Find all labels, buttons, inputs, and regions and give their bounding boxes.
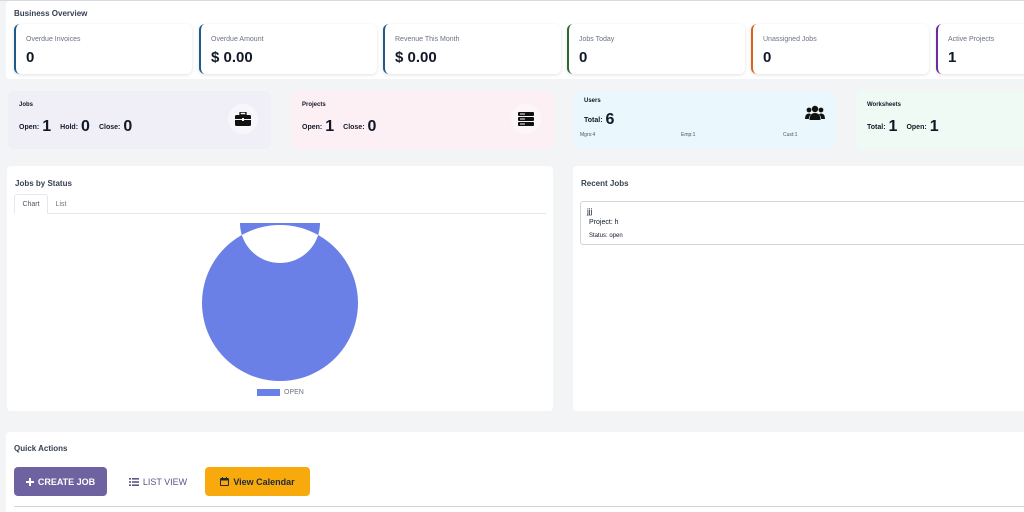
recent-job-item[interactable]: jjj Project: h Status: open <box>580 201 1024 245</box>
total-label: Total: <box>867 124 886 131</box>
projects-summary-card[interactable]: Projects Open: 1 Close: 0 <box>291 91 554 149</box>
stat-label: Jobs Today <box>579 36 615 43</box>
open-count: 1 <box>42 118 52 135</box>
users-cust: Cust:1 <box>783 132 798 138</box>
quick-actions-title: Quick Actions <box>14 444 68 453</box>
projects-summary-title: Projects <box>302 102 326 108</box>
close-label: Close: <box>98 124 121 131</box>
business-overview-title: Business Overview <box>14 9 88 18</box>
worksheets-summary-card[interactable]: Worksheets Total: 1 Open: 1 <box>856 91 1024 149</box>
users-emp: Emp:1 <box>681 132 696 138</box>
quick-actions-panel: Quick Actions CREATE JOB LIST VIEW View … <box>6 432 1024 512</box>
projects-summary-counts: Open: 1 Close: 0 <box>302 118 385 136</box>
stat-value: 0 <box>763 49 772 66</box>
users-summary-counts: Total: 6 <box>584 111 623 129</box>
stat-label: Revenue This Month <box>395 36 460 43</box>
open-label: Open: <box>906 124 927 131</box>
total-count: 1 <box>888 118 898 135</box>
stat-card-overdue-invoices[interactable]: Overdue Invoices 0 <box>14 24 192 74</box>
users-icon <box>800 98 830 128</box>
hold-count: 0 <box>81 118 90 135</box>
job-project: Project: h <box>589 219 619 226</box>
jobs-by-status-tabs: Chart List <box>14 194 546 214</box>
close-label: Close: <box>343 124 365 131</box>
view-calendar-button[interactable]: View Calendar <box>205 467 310 496</box>
legend-label-open: OPEN <box>284 389 304 396</box>
open-label: Open: <box>19 124 40 131</box>
stat-value: $ 0.00 <box>211 49 253 66</box>
stat-label: Unassigned Jobs <box>763 36 817 43</box>
jobs-status-donut-chart <box>202 223 358 381</box>
chart-legend[interactable]: OPEN <box>257 389 304 396</box>
tab-chart[interactable]: Chart <box>14 194 48 214</box>
jobs-summary-counts: Open: 1 Hold: 0 Close: 0 <box>19 118 141 136</box>
job-name: jjj <box>587 207 593 216</box>
open-count: 1 <box>325 118 335 135</box>
list-icon <box>128 477 139 486</box>
hold-label: Hold: <box>60 124 79 131</box>
tab-list[interactable]: List <box>50 194 72 214</box>
total-count: 6 <box>605 111 615 128</box>
stat-label: Overdue Amount <box>211 36 264 43</box>
calendar-icon <box>220 477 230 486</box>
server-icon <box>511 104 541 134</box>
legend-swatch-open <box>257 389 280 396</box>
stat-value: 1 <box>948 49 957 66</box>
stat-card-revenue-this-month[interactable]: Revenue This Month $ 0.00 <box>383 24 561 74</box>
recent-jobs-title: Recent Jobs <box>581 179 629 188</box>
briefcase-icon <box>228 104 258 134</box>
close-count: 0 <box>123 118 133 135</box>
stat-card-active-projects[interactable]: Active Projects 1 <box>936 24 1024 74</box>
worksheets-summary-counts: Total: 1 Open: 1 <box>867 118 948 136</box>
stat-card-jobs-today[interactable]: Jobs Today 0 <box>567 24 745 74</box>
stat-value: 0 <box>26 49 35 66</box>
users-mgrs: Mgrs:4 <box>580 132 596 138</box>
stat-label: Active Projects <box>948 36 995 43</box>
open-count: 1 <box>929 118 939 135</box>
job-status: Status: open <box>589 233 623 239</box>
users-summary-title: Users <box>584 98 601 104</box>
open-label: Open: <box>302 124 323 131</box>
stat-value: 0 <box>579 49 588 66</box>
stat-value: $ 0.00 <box>395 49 437 66</box>
worksheets-summary-title: Worksheets <box>867 102 901 108</box>
business-overview-panel: Business Overview Overdue Invoices 0 Ove… <box>6 1 1024 79</box>
stat-card-unassigned-jobs[interactable]: Unassigned Jobs 0 <box>751 24 929 74</box>
jobs-summary-title: Jobs <box>19 102 34 108</box>
create-job-button[interactable]: CREATE JOB <box>14 467 107 496</box>
view-calendar-label: View Calendar <box>233 476 295 487</box>
stat-card-overdue-amount[interactable]: Overdue Amount $ 0.00 <box>199 24 377 74</box>
close-count: 0 <box>367 118 377 135</box>
divider <box>14 506 1024 507</box>
list-view-button[interactable]: LIST VIEW <box>118 467 198 496</box>
jobs-summary-card[interactable]: Jobs Open: 1 Hold: 0 Close: 0 <box>8 91 271 149</box>
jobs-by-status-title: Jobs by Status <box>15 179 72 188</box>
create-job-label: CREATE JOB <box>37 476 96 487</box>
list-view-label: LIST VIEW <box>142 476 188 487</box>
users-summary-card[interactable]: Users Total: 6 Mgrs:4 Emp:1 Cust:1 <box>573 91 836 149</box>
stat-label: Overdue Invoices <box>26 36 81 43</box>
plus-icon <box>25 477 34 486</box>
total-label: Total: <box>584 117 603 124</box>
